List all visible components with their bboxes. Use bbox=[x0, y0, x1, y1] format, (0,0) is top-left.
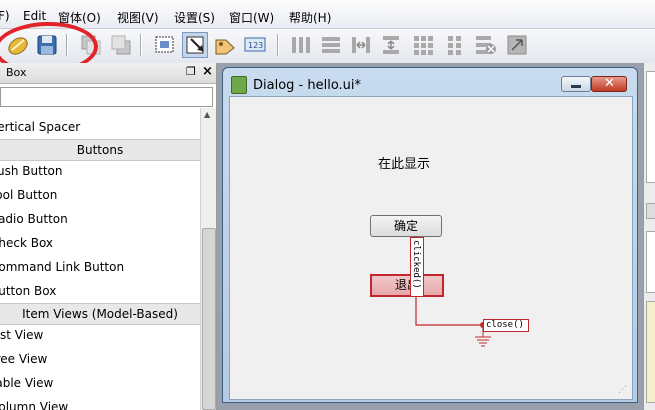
widget-filter-input[interactable] bbox=[0, 87, 213, 107]
widget-list: Vertical Spacer Buttons Push Button Tool… bbox=[0, 113, 200, 410]
minimize-button[interactable] bbox=[561, 76, 591, 92]
svg-text:123: 123 bbox=[248, 41, 263, 50]
resize-grip-icon[interactable]: ⋰ bbox=[618, 385, 627, 395]
float-icon[interactable]: ❐ bbox=[186, 65, 196, 78]
list-item[interactable]: Push Button bbox=[0, 159, 200, 183]
close-window-button[interactable]: ✕ bbox=[591, 76, 627, 92]
exit-button[interactable]: 退出 bbox=[370, 274, 444, 297]
list-item[interactable]: Column View bbox=[0, 395, 200, 410]
ok-button-label: 确定 bbox=[393, 219, 418, 233]
layout-h-splitter-icon[interactable] bbox=[348, 32, 374, 58]
widget-box-scrollbar[interactable]: ▲ bbox=[200, 108, 216, 410]
menu-settings[interactable]: 设置(S) bbox=[174, 9, 215, 26]
list-item[interactable]: Table View bbox=[0, 371, 200, 395]
list-item[interactable]: Radio Button bbox=[0, 207, 200, 231]
edit-signals-slots-icon[interactable] bbox=[182, 32, 208, 58]
widget-box-title: Box bbox=[6, 66, 27, 79]
slot-label: close() bbox=[486, 320, 524, 330]
edit-tab-order-icon[interactable]: 123 bbox=[242, 32, 268, 58]
bring-front-icon[interactable] bbox=[108, 32, 134, 58]
widget-box-titlebar: Box ❐ × bbox=[0, 63, 216, 84]
ok-button[interactable]: 确定 bbox=[370, 215, 442, 237]
qt-designer-icon bbox=[231, 76, 247, 94]
right-dock-panel bbox=[643, 63, 655, 410]
menu-help[interactable]: 帮助(H) bbox=[289, 9, 331, 26]
layout-v-splitter-icon[interactable] bbox=[378, 32, 404, 58]
scroll-up-icon[interactable]: ▲ bbox=[204, 110, 210, 119]
layout-grid-icon[interactable] bbox=[410, 32, 436, 58]
menu-edit[interactable]: Edit bbox=[23, 9, 46, 23]
property-editor-header[interactable] bbox=[646, 203, 655, 219]
signal-label: clicked() bbox=[411, 240, 421, 289]
menu-view[interactable]: 视图(V) bbox=[117, 9, 159, 26]
close-window-icon: ✕ bbox=[604, 76, 615, 91]
layout-form-icon[interactable] bbox=[442, 32, 468, 58]
category-header[interactable]: Buttons bbox=[0, 139, 200, 161]
display-label[interactable]: 在此显示 bbox=[378, 153, 430, 172]
connection-overlay bbox=[414, 239, 491, 347]
resource-browser-strip[interactable] bbox=[646, 301, 655, 403]
dialog-window: Dialog - hello.ui* ✕ 在此显示 确定 退出 clicked(… bbox=[222, 67, 638, 403]
dialog-body: 在此显示 确定 退出 clicked() close() ⋰ bbox=[229, 96, 633, 400]
list-item[interactable]: List View bbox=[0, 323, 200, 347]
menu-window[interactable]: 窗口(W) bbox=[229, 9, 274, 26]
scrollbar-thumb[interactable] bbox=[202, 228, 216, 410]
close-icon[interactable]: × bbox=[202, 64, 213, 79]
list-item[interactable]: Tree View bbox=[0, 347, 200, 371]
edit-buddies-icon[interactable] bbox=[212, 32, 238, 58]
signal-label-box: clicked() bbox=[410, 237, 424, 297]
toolbar: 123 bbox=[0, 29, 655, 64]
layout-vertical-icon[interactable] bbox=[318, 32, 344, 58]
edit-widgets-icon[interactable] bbox=[152, 32, 178, 58]
object-inspector-strip[interactable] bbox=[646, 71, 655, 183]
list-item[interactable]: Button Box bbox=[0, 279, 200, 303]
dialog-title: Dialog - hello.ui* bbox=[253, 78, 362, 93]
slot-label-box: close() bbox=[483, 319, 529, 332]
menubar: F) Edit 窗体(O) 视图(V) 设置(S) 窗口(W) 帮助(H) bbox=[0, 0, 655, 29]
property-editor-strip[interactable] bbox=[646, 231, 655, 293]
widget-box-panel: Box ❐ × Vertical Spacer Buttons Push But… bbox=[0, 63, 217, 410]
menu-file[interactable]: F) bbox=[0, 9, 10, 23]
adjust-size-icon[interactable] bbox=[504, 32, 530, 58]
category-header[interactable]: Item Views (Model-Based) bbox=[0, 303, 200, 325]
list-item[interactable]: Command Link Button bbox=[0, 255, 200, 279]
break-layout-icon[interactable] bbox=[472, 32, 498, 58]
list-item[interactable]: Vertical Spacer bbox=[0, 115, 200, 139]
toolbar-separator bbox=[277, 34, 278, 56]
list-item[interactable]: Check Box bbox=[0, 231, 200, 255]
toolbar-separator bbox=[140, 34, 141, 56]
list-item[interactable]: Tool Button bbox=[0, 183, 200, 207]
layout-horizontal-icon[interactable] bbox=[288, 32, 314, 58]
